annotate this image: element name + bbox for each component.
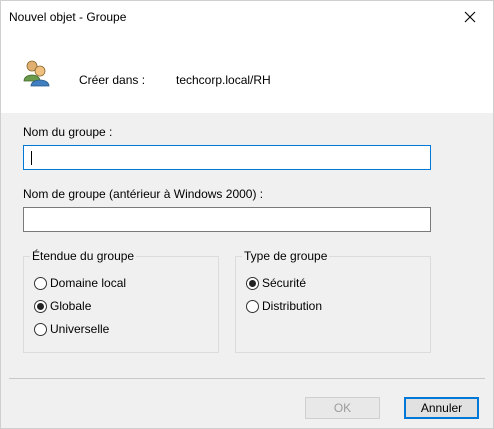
type-option-security[interactable]: Sécurité: [246, 276, 306, 290]
type-security-label: Sécurité: [262, 276, 307, 290]
type-distribution-label: Distribution: [262, 299, 323, 313]
group-type-box: Type de groupe Sécurité Distribution: [235, 249, 431, 353]
group-scope-title: Étendue du groupe: [30, 249, 137, 263]
scope-universal-label: Universelle: [50, 322, 110, 336]
scope-option-universal[interactable]: Universelle: [34, 322, 109, 336]
scope-domain-local-radio[interactable]: [34, 276, 47, 290]
close-icon: [464, 11, 476, 23]
group-scope-box: Étendue du groupe Domaine local Globale …: [23, 249, 219, 353]
ok-button[interactable]: OK: [305, 397, 380, 419]
close-button[interactable]: [447, 1, 493, 33]
new-group-dialog: Nouvel objet - Groupe Créer dans : techc…: [0, 0, 494, 429]
scope-option-domain-local[interactable]: Domaine local: [34, 276, 126, 290]
create-in-label: Créer dans :: [79, 73, 146, 87]
group-name-input[interactable]: [23, 145, 431, 170]
window-title: Nouvel objet - Groupe: [9, 10, 127, 24]
scope-option-global[interactable]: Globale: [34, 299, 91, 313]
cancel-button[interactable]: Annuler: [404, 397, 479, 419]
footer-separator: [9, 378, 485, 379]
group-name-label: Nom du groupe :: [23, 125, 113, 139]
scope-domain-local-label: Domaine local: [50, 276, 127, 290]
group-name-pre2000-input[interactable]: [23, 207, 431, 232]
scope-global-radio[interactable]: [34, 299, 47, 313]
group-type-title: Type de groupe: [242, 249, 330, 263]
type-option-distribution[interactable]: Distribution: [246, 299, 322, 313]
text-caret: [31, 151, 32, 165]
type-security-radio[interactable]: [246, 276, 259, 290]
group-name-pre2000-label: Nom de groupe (antérieur à Windows 2000)…: [23, 187, 264, 201]
scope-global-label: Globale: [50, 299, 92, 313]
header-area: Créer dans : techcorp.local/RH: [1, 33, 493, 113]
group-users-icon: [23, 60, 50, 87]
type-distribution-radio[interactable]: [246, 299, 259, 313]
title-bar: Nouvel objet - Groupe: [1, 1, 493, 33]
scope-universal-radio[interactable]: [34, 322, 47, 336]
create-in-value: techcorp.local/RH: [176, 73, 271, 87]
